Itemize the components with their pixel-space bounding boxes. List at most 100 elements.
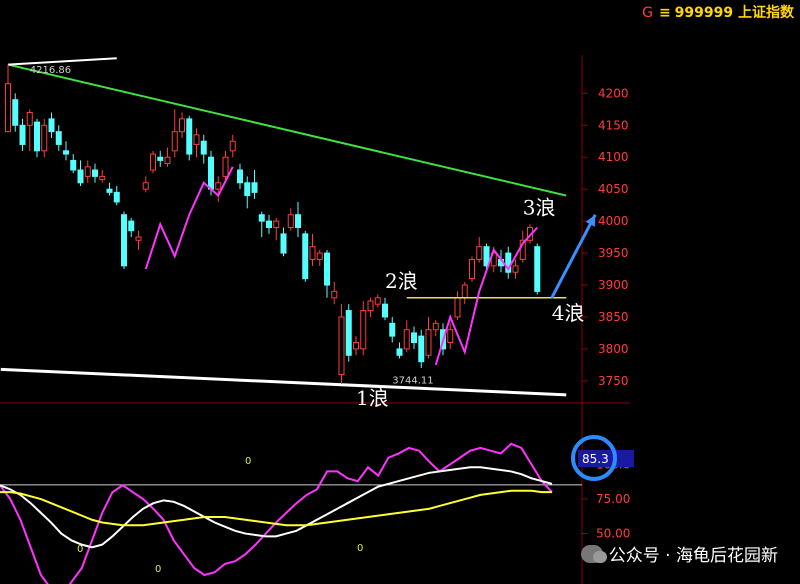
candle-body [244, 182, 251, 197]
menu-icon[interactable]: ≡ [659, 5, 671, 21]
price-tick-label: 4100 [598, 150, 629, 164]
candle-body [55, 131, 62, 145]
candle-body [266, 220, 272, 229]
g-label[interactable]: G [642, 5, 653, 21]
candle-body [150, 153, 156, 171]
candle-body [389, 322, 396, 337]
candle-body [63, 150, 69, 155]
price-tick-label: 4050 [598, 182, 629, 196]
candle-body [454, 297, 461, 318]
candle-body [157, 156, 164, 161]
candle-body [251, 182, 258, 193]
candle-body [12, 99, 19, 126]
candle-body [331, 290, 338, 299]
candle-body [302, 233, 309, 280]
candle-body [179, 118, 185, 133]
candle-body [208, 156, 214, 190]
current-value-label: 85.3 [582, 452, 609, 466]
price-chart[interactable]: 3750 3800 3850 3900 3950 4000 4050 4100 4150 4200… [0, 0, 800, 584]
wave-line [144, 166, 234, 270]
candle-body [432, 322, 439, 331]
candle-body [19, 124, 26, 145]
high-price-label: 4216.86 [30, 65, 71, 76]
candle-body [99, 175, 106, 181]
candle-body [164, 156, 171, 165]
candle-body [411, 332, 417, 343]
wave-label: 3浪 [523, 196, 556, 220]
indicator-tick-label: 50.00 [596, 527, 630, 541]
up-arrow [550, 214, 597, 299]
candle-body [287, 214, 294, 229]
candle-body [48, 118, 55, 133]
candle-body [193, 134, 200, 145]
indicator-point-label: 0 [77, 544, 83, 555]
candle-body [374, 297, 381, 305]
candle-body [26, 112, 33, 126]
support-line [0, 367, 567, 397]
price-tick-label: 3850 [598, 310, 629, 324]
candle-body [309, 246, 316, 260]
indicator-point-label: 0 [155, 564, 161, 575]
candle-body [280, 233, 287, 254]
candle-body [113, 191, 120, 203]
candle-body [200, 140, 207, 155]
j-line [0, 489, 552, 527]
k-line [0, 442, 553, 584]
candle-body [5, 83, 11, 133]
candle-body [135, 236, 142, 241]
indicator-point-label: 0 [357, 543, 363, 554]
candle-body [128, 220, 135, 232]
price-tick-label: 4000 [598, 214, 629, 228]
wave-label: 4浪 [552, 301, 585, 325]
low-price-label: 3744.11 [392, 375, 433, 386]
candle-body [41, 124, 48, 152]
price-tick-label: 3900 [598, 278, 629, 292]
d-line [0, 466, 553, 549]
candle-body [425, 329, 432, 356]
stock-name: 上证指数 [738, 5, 794, 21]
indicator-tick-label: 75.00 [596, 492, 630, 506]
candle-body [34, 121, 40, 152]
candle-body [84, 166, 91, 177]
candle-body [469, 258, 475, 280]
candle-body [215, 182, 222, 190]
watermark-text: 公众号 · 海龟后花园新 [608, 546, 778, 566]
price-tick-label: 4150 [598, 118, 629, 132]
candle-body [512, 265, 519, 273]
wave-label: 1浪 [356, 386, 389, 410]
candle-body [534, 246, 541, 292]
candle-body [295, 214, 301, 229]
candle-body [338, 316, 345, 375]
candle-body [461, 284, 468, 299]
candle-body [92, 169, 98, 177]
price-tick-label: 3750 [598, 374, 629, 388]
candle-body [396, 348, 403, 356]
candle-body [447, 329, 454, 344]
candle-body [77, 169, 84, 184]
candle-body [171, 131, 178, 152]
candle-body [237, 169, 243, 184]
stock-code: 999999 [674, 5, 734, 21]
candle-body [142, 182, 149, 190]
candle-body [229, 140, 236, 152]
price-tick-label: 3800 [598, 342, 629, 356]
downtrend-line [7, 63, 567, 197]
price-tick-label: 4200 [598, 86, 629, 100]
candle-body [345, 310, 352, 356]
candle-body [382, 303, 388, 318]
top-line [7, 57, 117, 66]
candle-body [70, 159, 77, 171]
candle-body [316, 252, 323, 260]
candle-body [273, 220, 280, 229]
watermark: 公众号 · 海龟后花园新 [580, 541, 778, 566]
wechat-icon [580, 544, 607, 563]
price-tick-label: 3950 [598, 246, 629, 260]
candle-body [367, 300, 374, 312]
candle-body [324, 252, 330, 286]
candle-body [258, 214, 265, 222]
candle-body [353, 342, 359, 350]
wave-label: 2浪 [385, 269, 418, 293]
indicator-point-label: 0 [245, 456, 251, 467]
candle-body [186, 118, 193, 155]
candle-body [121, 214, 127, 267]
